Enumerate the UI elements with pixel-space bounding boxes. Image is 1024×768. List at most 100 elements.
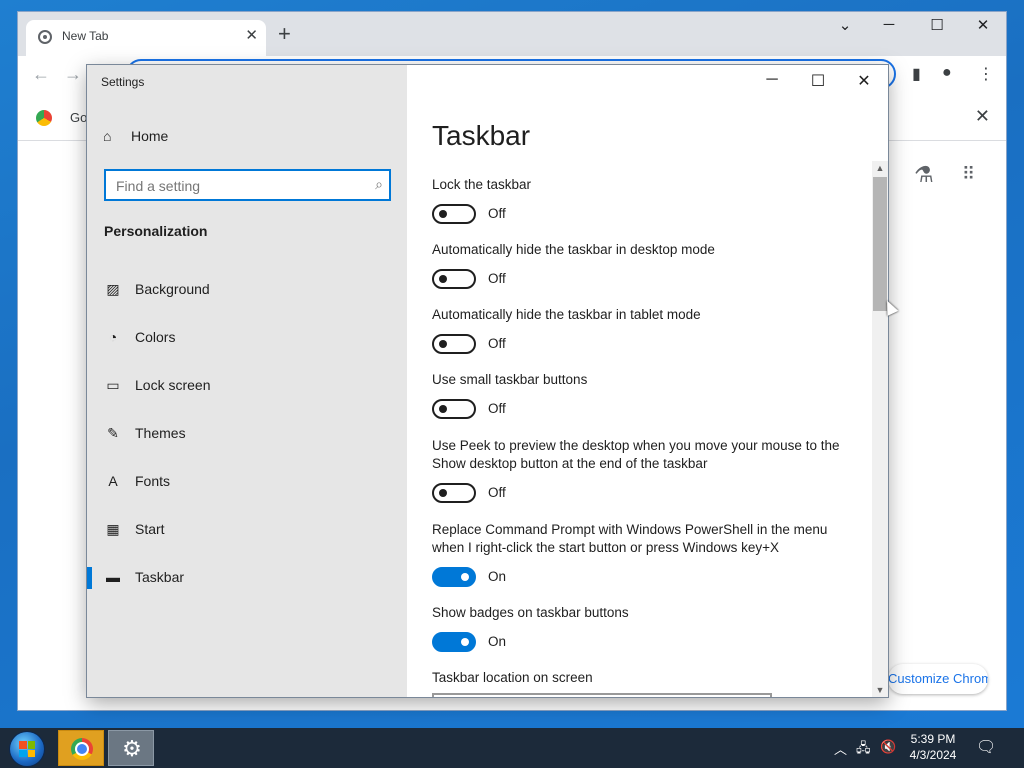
volume-muted-icon[interactable]: 🔇 <box>880 739 896 755</box>
fonts-icon: A <box>108 473 118 489</box>
nav-item-label: Taskbar <box>135 569 185 585</box>
page-title: Taskbar <box>432 120 531 151</box>
peek-toggle[interactable] <box>432 483 476 503</box>
google-apps-icon[interactable]: ⠿ <box>962 164 976 185</box>
taskbar-settings-button[interactable]: ⚙ <box>108 730 154 766</box>
forward-arrow-icon[interactable]: → <box>64 64 82 85</box>
taskbar-location-dropdown[interactable] <box>432 693 772 697</box>
badges-toggle[interactable] <box>432 632 476 652</box>
scroll-down-icon[interactable]: ▼ <box>872 683 888 697</box>
setting-location: Taskbar location on screen <box>432 669 862 687</box>
nav-item-taskbar[interactable]: ▬ Taskbar <box>87 558 407 598</box>
search-icon: ⌕ <box>375 176 383 192</box>
chrome-tab-close-icon[interactable]: ✕ <box>245 26 258 44</box>
lock-screen-icon: ▭ <box>106 377 120 393</box>
taskbar-icon: ▬ <box>106 569 120 585</box>
home-icon: ⌂ <box>103 128 112 144</box>
content-scrollbar[interactable]: ▲ ▼ <box>872 161 888 697</box>
nav-item-start[interactable]: ▦ Start <box>87 510 407 550</box>
chrome-tab-strip: New Tab ✕ + ⌄ ─ ☐ ✕ <box>18 12 1006 56</box>
settings-sidebar: Settings ⌂ Home ⌕ Personalization ▨ Backg… <box>87 65 407 697</box>
labs-flask-icon[interactable]: ⚗ <box>914 162 934 188</box>
new-tab-button[interactable]: + <box>278 22 291 46</box>
lock-taskbar-toggle[interactable] <box>432 204 476 224</box>
desktop: New Tab ✕ + ⌄ ─ ☐ ✕ ← → ▮ ● ⋮ Go ✕ ⚗ ⠿ C… <box>0 0 1024 728</box>
nav-item-themes[interactable]: ✎ Themes <box>87 414 407 454</box>
autohide-desktop-toggle[interactable] <box>432 269 476 289</box>
setting-label: Use Peek to preview the desktop when you… <box>432 438 840 471</box>
chrome-tab-new-tab[interactable]: New Tab ✕ <box>26 20 266 56</box>
settings-window: Settings ⌂ Home ⌕ Personalization ▨ Backg… <box>87 65 888 697</box>
setting-label: Lock the taskbar <box>432 177 532 192</box>
setting-autohide-desktop: Automatically hide the taskbar in deskto… <box>432 241 862 291</box>
clock-time: 5:39 PM <box>910 732 956 746</box>
nav-item-fonts[interactable]: A Fonts <box>87 462 407 502</box>
windows-taskbar: ⚙ ︿ 🖧 🔇 5:39 PM 4/3/2024 🗨 <box>0 728 1024 768</box>
settings-minimize-icon[interactable]: ─ <box>752 71 792 89</box>
show-hidden-icons-icon[interactable]: ︿ <box>834 739 847 758</box>
chrome-minimize-icon[interactable]: ─ <box>874 16 904 33</box>
scrollbar-thumb[interactable] <box>873 177 887 311</box>
start-button[interactable] <box>10 732 44 766</box>
home-nav-item[interactable]: ⌂ Home <box>103 128 168 144</box>
clock-date: 4/3/2024 <box>909 748 957 762</box>
settings-content: ─ ☐ ✕ Taskbar Lock the taskbar Off Autom… <box>407 65 888 697</box>
setting-label: Replace Command Prompt with Windows Powe… <box>432 522 828 555</box>
windows-logo-icon <box>19 741 35 757</box>
toggle-state: On <box>488 569 507 584</box>
google-favicon-icon <box>36 110 52 126</box>
start-icon: ▦ <box>106 521 120 537</box>
back-arrow-icon[interactable]: ← <box>32 64 50 85</box>
search-input[interactable] <box>114 175 358 197</box>
nav-item-label: Start <box>135 521 165 537</box>
nav-item-label: Colors <box>135 329 176 345</box>
toggle-state: On <box>488 634 507 649</box>
autohide-tablet-toggle[interactable] <box>432 334 476 354</box>
settings-maximize-icon[interactable]: ☐ <box>798 71 838 91</box>
customize-chrome-button[interactable]: Customize Chrome <box>888 664 988 694</box>
palette-icon: ◔ <box>108 329 118 345</box>
settings-close-icon[interactable]: ✕ <box>844 71 884 91</box>
network-icon[interactable]: 🖧 <box>856 739 871 761</box>
settings-app-title: Settings <box>101 75 145 89</box>
section-heading: Personalization <box>104 223 208 239</box>
search-box[interactable]: ⌕ <box>104 169 391 201</box>
setting-badges: Show badges on taskbar buttons On <box>432 604 862 654</box>
location-label: Taskbar location on screen <box>432 670 593 685</box>
setting-label: Automatically hide the taskbar in tablet… <box>432 307 701 322</box>
chrome-favicon-icon <box>38 30 52 44</box>
nav-item-lock-screen[interactable]: ▭ Lock screen <box>87 366 407 406</box>
chrome-tab-search-icon[interactable]: ⌄ <box>830 16 860 34</box>
chrome-close-icon[interactable]: ✕ <box>968 16 998 34</box>
taskbar-chrome-button[interactable] <box>58 730 104 766</box>
chrome-maximize-icon[interactable]: ☐ <box>922 16 952 34</box>
notification-center-icon[interactable]: 🗨 <box>976 737 996 757</box>
nav-item-background[interactable]: ▨ Background <box>87 270 407 310</box>
chrome-menu-icon[interactable]: ⋮ <box>978 64 994 84</box>
taskbar-clock[interactable]: 5:39 PM 4/3/2024 <box>898 731 968 763</box>
nav-item-label: Background <box>135 281 210 297</box>
setting-small-buttons: Use small taskbar buttons Off <box>432 371 862 421</box>
toggle-state: Off <box>488 485 506 500</box>
bookmark-label[interactable]: Go <box>70 110 87 125</box>
scroll-up-icon[interactable]: ▲ <box>872 161 888 175</box>
setting-powershell: Replace Command Prompt with Windows Powe… <box>432 521 862 589</box>
profile-avatar-icon[interactable]: ● <box>942 64 952 82</box>
chrome-icon <box>71 738 93 760</box>
gear-icon: ⚙ <box>122 736 142 761</box>
toggle-state: Off <box>488 401 506 416</box>
setting-label: Show badges on taskbar buttons <box>432 605 629 620</box>
nav-item-label: Lock screen <box>135 377 211 393</box>
chrome-tab-title: New Tab <box>62 29 109 43</box>
small-buttons-toggle[interactable] <box>432 399 476 419</box>
powershell-toggle[interactable] <box>432 567 476 587</box>
toggle-state: Off <box>488 206 506 221</box>
nav-item-label: Fonts <box>135 473 171 489</box>
setting-label: Automatically hide the taskbar in deskto… <box>432 242 715 257</box>
nav-item-colors[interactable]: ◔ Colors <box>87 318 407 358</box>
side-panel-icon[interactable]: ▮ <box>912 64 921 84</box>
toggle-state: Off <box>488 336 506 351</box>
setting-label: Use small taskbar buttons <box>432 372 588 387</box>
bookmark-bar-close-icon[interactable]: ✕ <box>975 106 990 127</box>
setting-peek: Use Peek to preview the desktop when you… <box>432 437 862 505</box>
